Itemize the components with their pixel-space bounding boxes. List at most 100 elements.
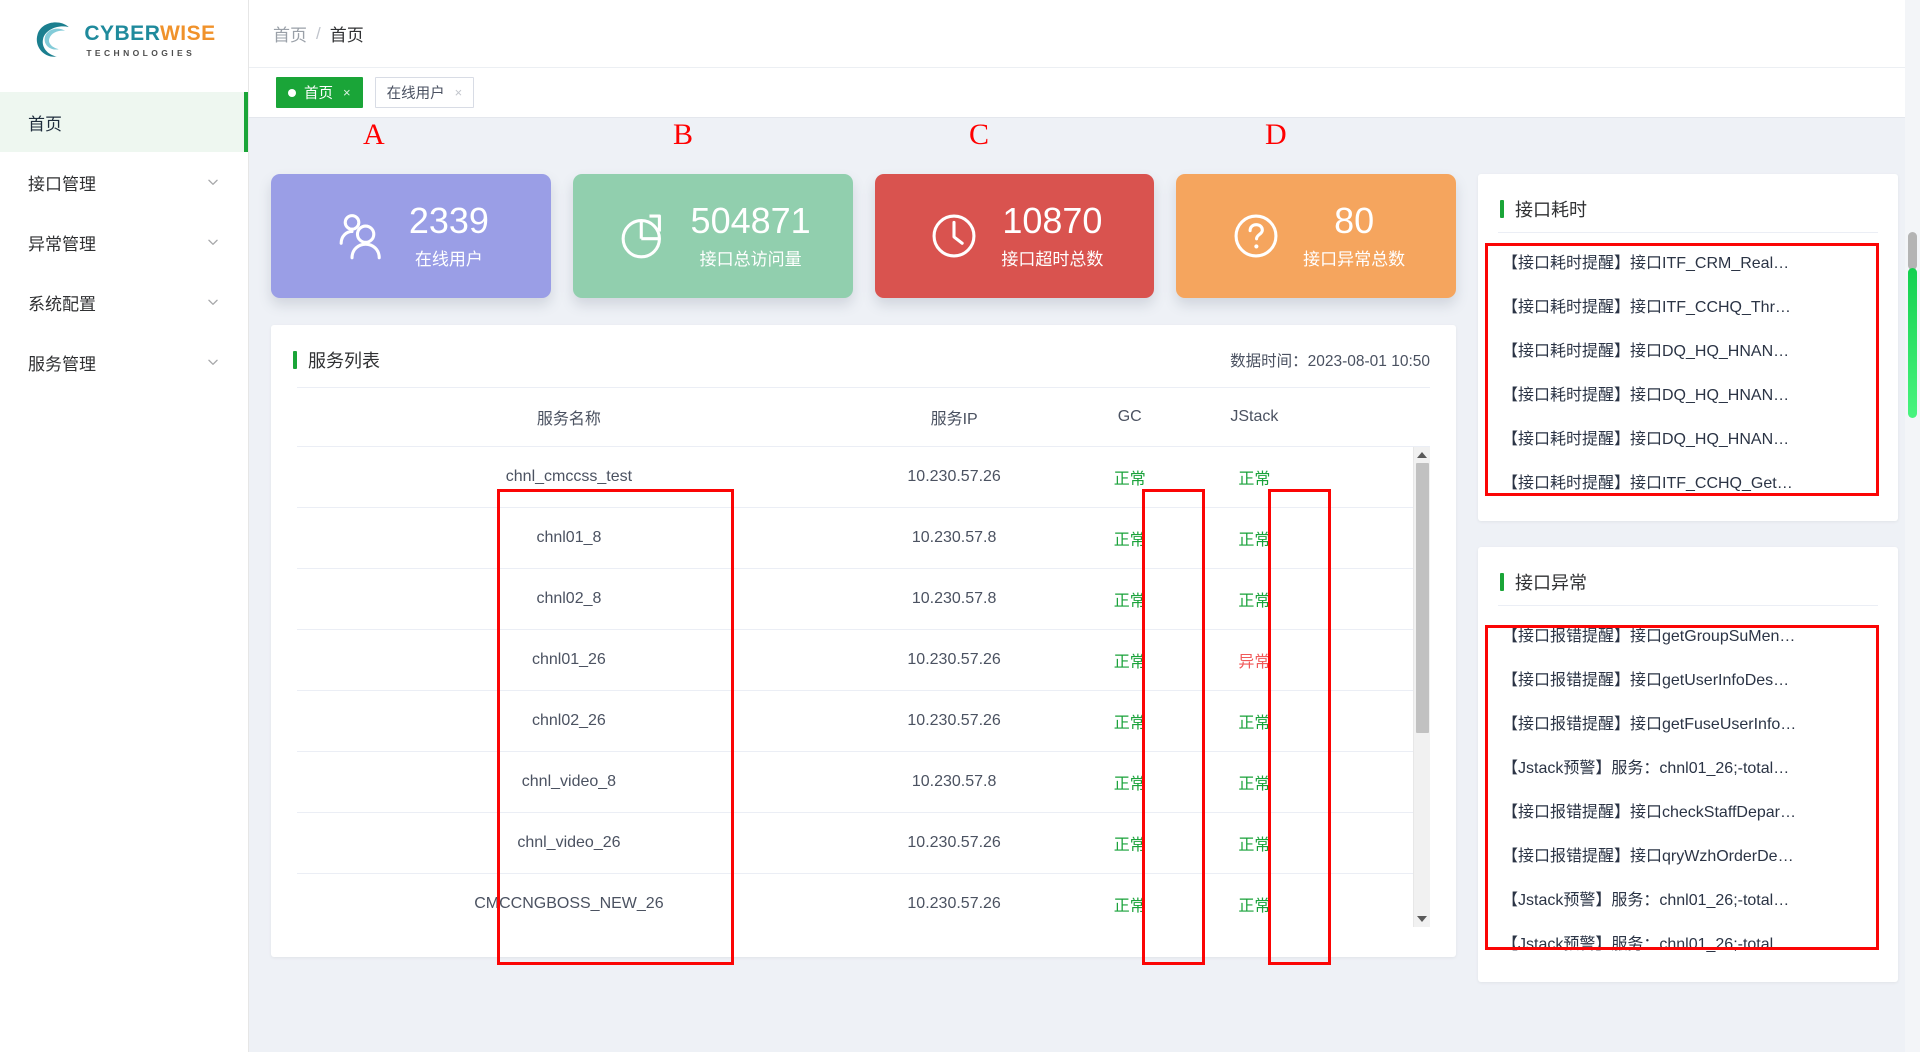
annotation-marker-b: B	[673, 118, 694, 151]
dashboard-right-column: 接口耗时 【接口耗时提醒】接口ITF_CRM_Real… 【接口耗时提醒】接口I…	[1478, 174, 1898, 1008]
list-item[interactable]: 【接口耗时提醒】接口ITF_CCHQ_Get…	[1498, 459, 1878, 503]
scroll-down-arrow-icon[interactable]	[1417, 916, 1427, 922]
list-item[interactable]: 【接口耗时提醒】接口DQ_HQ_HNAN…	[1498, 371, 1878, 415]
breadcrumb: 首页 / 首页	[249, 0, 1920, 68]
stat-value: 504871	[690, 199, 811, 241]
sidebar-item-label: 系统配置	[28, 294, 96, 314]
list-item[interactable]: 【接口报错提醒】接口getUserInfoDes…	[1498, 656, 1878, 700]
cell-jstack-status: 正常	[1192, 873, 1317, 927]
table-scrollbar[interactable]	[1413, 447, 1430, 927]
clock-icon	[932, 214, 976, 258]
page-scrollbar[interactable]	[1905, 0, 1920, 1052]
sidebar-nav: 首页 接口管理 异常管理 系统配置 服务管理	[0, 92, 248, 392]
question-circle-icon	[1234, 214, 1278, 258]
cell-jstack-status: 正常	[1192, 507, 1317, 569]
table-header-row: 服务名称 服务IP GC JStack	[297, 387, 1430, 447]
table-row[interactable]: chnl_video_26 10.230.57.26 正常 正常	[297, 812, 1430, 874]
list-item[interactable]: 【接口耗时提醒】接口DQ_HQ_HNAN…	[1498, 415, 1878, 459]
list-item[interactable]: 【接口报错提醒】接口getFuseUserInfo…	[1498, 700, 1878, 744]
stat-value: 2339	[408, 199, 489, 241]
table-row[interactable]: chnl_video_8 10.230.57.8 正常 正常	[297, 751, 1430, 813]
tab-active-dot-icon	[288, 88, 296, 97]
brand-logo[interactable]: CYBERWISE TECHNOLOGIES	[0, 0, 248, 80]
table-scrollbar-thumb[interactable]	[1416, 463, 1429, 733]
exception-panel-title: 接口异常	[1500, 569, 1587, 595]
pie-chart-icon	[621, 214, 661, 259]
stat-card-timeout-total[interactable]: 10870 接口超时总数	[874, 174, 1155, 298]
cell-jstack-status: 正常	[1192, 568, 1317, 630]
breadcrumb-separator: /	[316, 23, 321, 43]
chevron-down-icon	[208, 299, 218, 305]
cell-jstack-status: 异常	[1192, 629, 1317, 691]
stat-card-exception-total[interactable]: 80 接口异常总数	[1176, 174, 1456, 298]
column-header-jstack[interactable]: JStack	[1192, 387, 1317, 447]
cell-jstack-status: 正常	[1192, 690, 1317, 752]
latency-panel: 接口耗时 【接口耗时提醒】接口ITF_CRM_Real… 【接口耗时提醒】接口I…	[1478, 174, 1898, 521]
tab-close-icon[interactable]: ×	[343, 85, 351, 100]
sidebar-item-interface-management[interactable]: 接口管理	[0, 152, 248, 212]
cell-jstack-status: 正常	[1192, 447, 1317, 508]
stat-label: 接口超时总数	[1001, 250, 1104, 270]
latency-alert-list: 【接口耗时提醒】接口ITF_CRM_Real… 【接口耗时提醒】接口ITF_CC…	[1478, 232, 1898, 521]
sidebar-item-exception-management[interactable]: 异常管理	[0, 212, 248, 272]
data-time-label: 数据时间：	[1230, 353, 1308, 370]
service-table-scroll-body[interactable]: chnl_cmccss_test 10.230.57.26 正常 正常 chnl…	[297, 447, 1430, 927]
cell-service-name: CMCCNGBOSS_NEW_26	[297, 873, 841, 927]
sidebar-item-system-config[interactable]: 系统配置	[0, 272, 248, 332]
brand-name-wise: WISE	[159, 21, 216, 45]
table-row[interactable]: chnl02_26 10.230.57.26 正常 正常	[297, 690, 1430, 752]
cell-service-ip: 10.230.57.8	[840, 751, 1068, 813]
cell-jstack-status: 正常	[1192, 751, 1317, 813]
sidebar-item-service-management[interactable]: 服务管理	[0, 332, 248, 392]
list-item[interactable]: 【接口报错提醒】接口checkStaffDepar…	[1498, 788, 1878, 832]
list-item[interactable]: 【Jstack预警】服务：chnl01_26;-total…	[1498, 744, 1878, 788]
sidebar-item-label: 服务管理	[28, 354, 96, 374]
list-item[interactable]: 【Jstack预警】服务：chnl01_26;-total…	[1498, 920, 1878, 964]
brand-tagline: TECHNOLOGIES	[86, 47, 196, 58]
cell-service-name: chnl02_26	[297, 690, 841, 752]
list-item[interactable]: 【接口耗时提醒】接口DQ_HQ_HNAN…	[1498, 327, 1878, 371]
list-item[interactable]: 【Jstack预警】服务：chnl01_26;-total…	[1498, 876, 1878, 920]
table-row[interactable]: chnl01_8 10.230.57.8 正常 正常	[297, 507, 1430, 569]
scroll-up-arrow-icon[interactable]	[1417, 452, 1427, 458]
service-table-header: 服务名称 服务IP GC JStack	[297, 387, 1430, 447]
list-item[interactable]: 【接口报错提醒】接口qryWzhOrderDe…	[1498, 832, 1878, 876]
exception-panel: 接口异常 【接口报错提醒】接口getGroupSuMen… 【接口报错提醒】接口…	[1478, 547, 1898, 982]
main-content: 首页 / 首页 首页 × 在线用户 × A B C D 2339 在线用户 50…	[249, 0, 1920, 1052]
cell-gc-status: 正常	[1067, 690, 1193, 752]
stat-card-online-users[interactable]: 2339 在线用户	[271, 174, 551, 298]
column-header-service-ip[interactable]: 服务IP	[840, 387, 1068, 447]
latency-panel-title: 接口耗时	[1500, 196, 1587, 222]
table-row[interactable]: chnl_cmccss_test 10.230.57.26 正常 正常	[297, 447, 1430, 508]
column-header-gc[interactable]: GC	[1067, 387, 1193, 447]
cell-service-ip: 10.230.57.26	[840, 629, 1068, 691]
tab-label: 首页	[304, 86, 333, 102]
breadcrumb-root[interactable]: 首页	[273, 21, 307, 46]
column-header-service-name[interactable]: 服务名称	[297, 387, 841, 447]
brand-name-cyber: CYBER	[84, 21, 160, 45]
sidebar-item-home[interactable]: 首页	[0, 92, 248, 152]
tab-home[interactable]: 首页 ×	[276, 77, 363, 108]
table-row[interactable]: CMCCNGBOSS_NEW_26 10.230.57.26 正常 正常	[297, 873, 1430, 927]
page-scrollbar-thumb[interactable]	[1908, 268, 1917, 418]
stat-label: 接口总访问量	[699, 250, 802, 270]
cell-service-ip: 10.230.57.26	[840, 690, 1068, 752]
list-item[interactable]: 【接口耗时提醒】接口ITF_CCHQ_Thr…	[1498, 283, 1878, 327]
cell-service-name: chnl01_8	[297, 507, 841, 569]
stat-label: 在线用户	[414, 250, 483, 270]
table-row[interactable]: chnl01_26 10.230.57.26 正常 异常	[297, 629, 1430, 691]
cell-service-ip: 10.230.57.26	[840, 447, 1068, 508]
cell-jstack-status: 正常	[1192, 812, 1317, 874]
chevron-down-icon	[208, 359, 218, 365]
dashboard-board: A B C D 2339 在线用户 504871 接口总访问量 10870 接口…	[249, 118, 1920, 1052]
list-item[interactable]: 【接口报错提醒】接口getGroupSuMen…	[1498, 612, 1878, 656]
page-scrollbar-track-segment[interactable]	[1908, 232, 1917, 270]
table-row[interactable]: chnl02_8 10.230.57.8 正常 正常	[297, 568, 1430, 630]
tab-online-users[interactable]: 在线用户 ×	[374, 77, 475, 108]
chevron-down-icon	[208, 239, 218, 245]
cell-service-name: chnl_video_8	[297, 751, 841, 813]
list-item[interactable]: 【接口耗时提醒】接口ITF_CRM_Real…	[1498, 239, 1878, 283]
column-header-spacer	[1316, 387, 1430, 447]
tab-close-icon[interactable]: ×	[455, 85, 463, 100]
stat-card-total-requests[interactable]: 504871 接口总访问量	[572, 174, 853, 298]
